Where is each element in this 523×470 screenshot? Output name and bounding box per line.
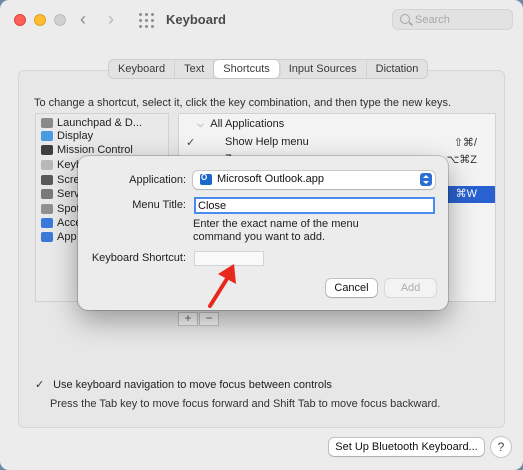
title-bar: ‹ › Keyboard: [0, 0, 523, 40]
show-all-grid-icon[interactable]: [139, 13, 154, 28]
add-shortcut-sheet: Application: Microsoft Outlook.app Menu …: [78, 156, 448, 310]
keyboard-shortcut-label: Keyboard Shortcut:: [91, 252, 186, 264]
tab-keyboard[interactable]: Keyboard: [109, 60, 176, 78]
helper-line-2: command you want to add.: [193, 231, 326, 243]
instruction-text: To change a shortcut, select it, click t…: [34, 97, 452, 109]
close-window-button[interactable]: [14, 14, 26, 26]
mission-control-icon: [41, 144, 53, 155]
window-title: Keyboard: [166, 12, 226, 27]
services-icon: [41, 188, 53, 199]
app-shortcuts-icon: [41, 231, 53, 242]
back-arrow-icon[interactable]: ‹: [80, 10, 86, 28]
menu-title-label: Menu Title:: [132, 199, 186, 211]
add-shortcut-button[interactable]: +: [178, 312, 198, 326]
menu-title-input[interactable]: [194, 197, 435, 214]
category-item-accessibility[interactable]: Acce: [41, 216, 81, 229]
shortcut-checkbox[interactable]: ✓: [186, 136, 195, 149]
helper-line-1: Enter the exact name of the menu: [193, 218, 359, 230]
tab-input-sources[interactable]: Input Sources: [280, 60, 367, 78]
category-label: Display: [57, 129, 94, 142]
set-up-bluetooth-keyboard-button[interactable]: Set Up Bluetooth Keyboard...: [329, 438, 484, 456]
application-value: Microsoft Outlook.app: [217, 173, 324, 185]
display-icon: [41, 130, 53, 141]
tab-shortcuts[interactable]: Shortcuts: [214, 60, 280, 78]
category-label: Scre: [57, 173, 80, 186]
remove-shortcut-button[interactable]: −: [199, 312, 219, 326]
spotlight-icon: [41, 203, 53, 214]
application-label: Application:: [129, 174, 186, 186]
shortcut-row-show-help-menu[interactable]: ✓ Show Help menu ⇧⌘/: [179, 135, 495, 152]
launchpad-icon: [41, 117, 53, 128]
shortcut-keys[interactable]: ⇧⌘/: [454, 136, 477, 149]
shortcut-name: Show Help menu: [225, 136, 309, 148]
annotation-arrow-icon: [208, 264, 236, 308]
keyboard-navigation-label: Use keyboard navigation to move focus be…: [53, 379, 332, 391]
disclosure-chevron-icon[interactable]: ⌵: [197, 119, 204, 129]
category-item-app-shortcuts[interactable]: App: [41, 230, 77, 243]
group-row-all-applications[interactable]: ⌵ All Applications: [197, 118, 284, 130]
category-label: Serv: [57, 187, 80, 200]
minimize-window-button[interactable]: [34, 14, 46, 26]
category-item-display[interactable]: Display: [41, 129, 93, 142]
keyboard-icon: [41, 159, 53, 170]
category-item-mission-control[interactable]: Mission Control: [41, 143, 133, 156]
category-item-launchpad[interactable]: Launchpad & D...: [41, 116, 142, 129]
category-item-keyboard[interactable]: Keyb: [41, 158, 82, 171]
category-item-spotlight[interactable]: Spot: [41, 202, 80, 215]
application-select[interactable]: Microsoft Outlook.app: [193, 171, 435, 189]
tab-bar: Keyboard Text Shortcuts Input Sources Di…: [108, 59, 429, 79]
search-field[interactable]: [392, 9, 513, 30]
zoom-window-button[interactable]: [54, 14, 66, 26]
tab-dictation[interactable]: Dictation: [367, 60, 428, 78]
keyboard-navigation-option[interactable]: ✓ Use keyboard navigation to move focus …: [35, 378, 332, 391]
accessibility-icon: [41, 217, 53, 228]
cancel-button[interactable]: Cancel: [326, 279, 377, 297]
keyboard-navigation-checkbox[interactable]: ✓: [35, 378, 47, 391]
screenshot-icon: [41, 174, 53, 185]
popup-stepper-icon[interactable]: [420, 173, 432, 186]
keyboard-navigation-note: Press the Tab key to move focus forward …: [50, 398, 441, 410]
category-label: Mission Control: [57, 143, 133, 156]
category-item-services[interactable]: Serv: [41, 187, 80, 200]
category-item-screenshots[interactable]: Scre: [41, 173, 80, 186]
help-button[interactable]: ?: [491, 437, 511, 457]
keyboard-preferences-window: ‹ › Keyboard Keyboard Text Shortcuts Inp…: [0, 0, 523, 470]
forward-arrow-icon[interactable]: ›: [108, 10, 114, 28]
search-icon: [400, 14, 410, 24]
outlook-app-icon: [200, 173, 212, 185]
category-label: Spot: [57, 202, 80, 215]
category-label: Launchpad & D...: [57, 116, 143, 129]
tab-text[interactable]: Text: [175, 60, 215, 78]
category-label: App: [57, 230, 77, 243]
menu-title-helper: Enter the exact name of the menu command…: [193, 218, 359, 244]
add-button[interactable]: Add: [385, 279, 436, 297]
shortcut-keys[interactable]: ⌥⌘Z: [447, 153, 477, 166]
shortcut-keys[interactable]: ⌘W: [456, 187, 477, 200]
search-input[interactable]: [415, 12, 507, 27]
group-label: All Applications: [210, 118, 285, 130]
